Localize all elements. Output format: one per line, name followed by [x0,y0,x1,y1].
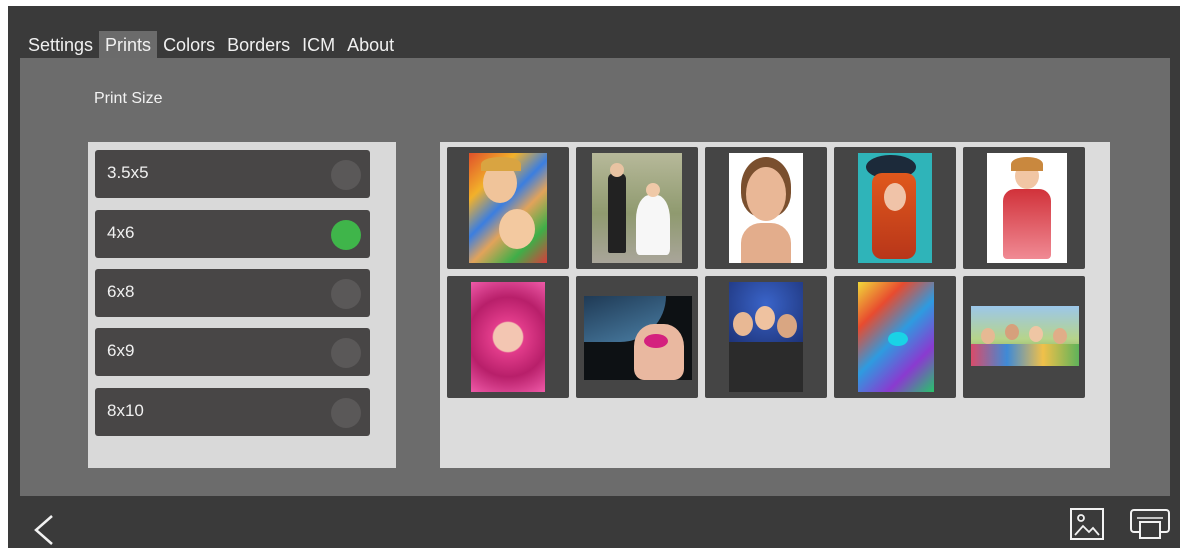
print-size-list: 3.5x5 4x6 6x8 6x9 8x10 [88,142,396,468]
radio-indicator-selected [331,220,361,250]
print-button[interactable] [1128,506,1170,542]
size-option-3-5x5[interactable]: 3.5x5 [95,150,370,198]
photo-thumb-group-outdoors[interactable] [963,276,1085,398]
tab-prints[interactable]: Prints [99,30,158,60]
radio-indicator [331,160,361,190]
photo-thumb-wedding-kids[interactable] [576,147,698,269]
chevron-left-icon [34,515,53,545]
photo-image [592,153,682,263]
photo-image [471,282,545,392]
tab-about[interactable]: About [341,31,400,60]
app-window: Settings Prints Colors Borders ICM About… [8,6,1180,548]
photo-thumb-red-hair-woman-hat[interactable] [834,147,956,269]
back-button[interactable] [30,512,60,548]
photo-thumb-woman-portrait[interactable] [705,147,827,269]
print-size-heading: Print Size [94,90,163,107]
photo-thumb-girl-red-dress[interactable] [963,147,1085,269]
photo-thumb-party-friends[interactable] [705,276,827,398]
tab-colors[interactable]: Colors [157,31,221,60]
size-option-8x10[interactable]: 8x10 [95,388,370,436]
radio-indicator [331,279,361,309]
prints-panel: Print Size 3.5x5 4x6 6x8 6x9 8x10 [20,58,1170,496]
size-option-label: 3.5x5 [107,163,149,182]
size-option-4x6[interactable]: 4x6 [95,210,370,258]
photo-image [729,282,803,392]
photo-image [858,282,934,392]
photo-image [469,153,547,263]
image-icon [1070,508,1104,540]
tab-settings[interactable]: Settings [22,31,99,60]
photo-thumb-painted-face[interactable] [834,276,956,398]
photo-image [858,153,932,263]
photo-thumb-woman-pink-flowers[interactable] [447,276,569,398]
gallery-button[interactable] [1068,506,1106,542]
size-option-6x9[interactable]: 6x9 [95,328,370,376]
radio-indicator [331,398,361,428]
radio-indicator [331,338,361,368]
photo-image [987,153,1067,263]
size-option-label: 4x6 [107,223,135,242]
tab-icm[interactable]: ICM [296,31,341,60]
photo-image [584,296,692,380]
size-option-label: 6x8 [107,282,135,301]
size-option-label: 6x9 [107,341,135,360]
size-option-6x8[interactable]: 6x8 [95,269,370,317]
tab-bar: Settings Prints Colors Borders ICM About [22,30,400,60]
printer-icon [1130,509,1170,539]
photo-thumb-children-with-balls[interactable] [447,147,569,269]
size-option-label: 8x10 [107,401,144,420]
tab-borders[interactable]: Borders [221,31,296,60]
photo-image [971,306,1079,366]
photo-thumb-woman-blue-hair[interactable] [576,276,698,398]
photo-image [729,153,803,263]
photo-gallery [440,142,1110,468]
